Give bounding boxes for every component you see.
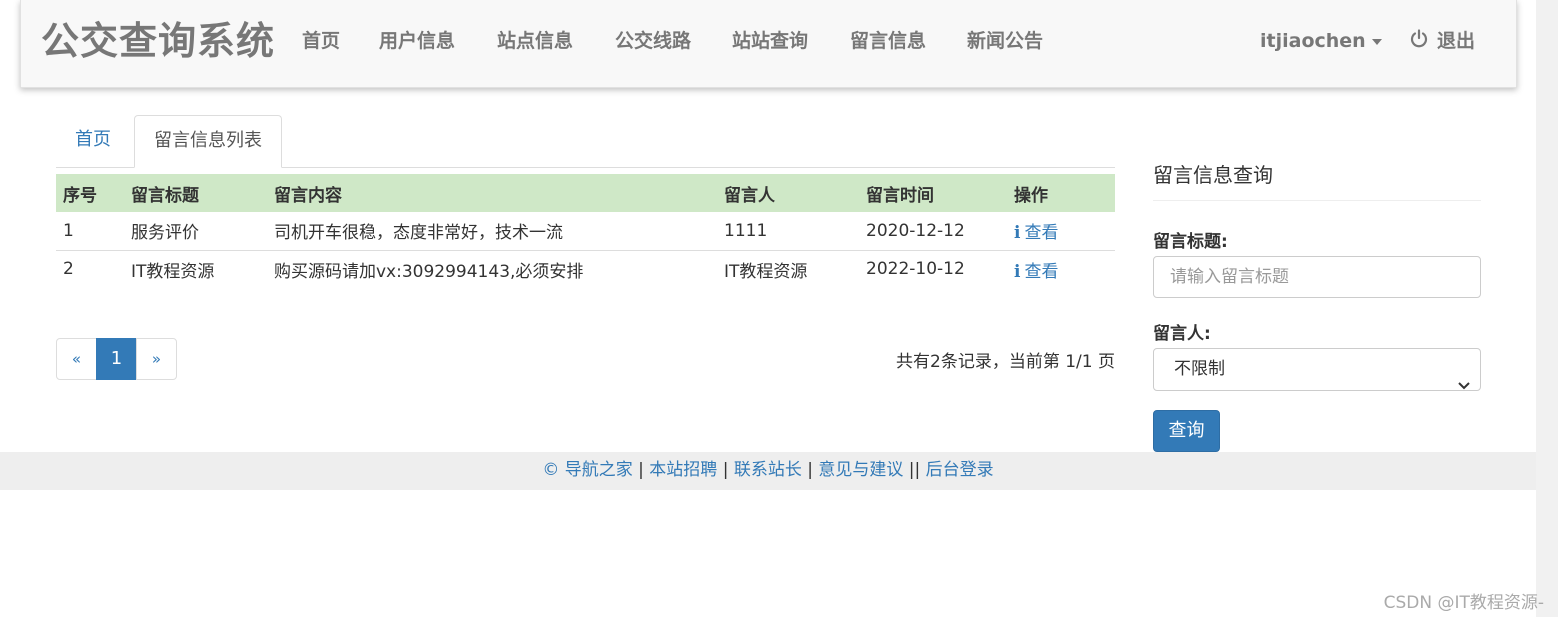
search-panel-title: 留言信息查询 [1153,162,1481,201]
csdn-watermark: CSDN @IT教程资源- [1383,593,1544,613]
cell-content: 购买源码请加vx:3092994143,必须安排 [274,261,584,282]
table-row: 1 服务评价 司机开车很稳，态度非常好，技术一流 1111 2020-12-12… [56,212,1115,250]
view-link[interactable]: i 查看 [1014,223,1058,243]
footer-separator: | [807,460,813,480]
author-field-label: 留言人: [1153,324,1211,344]
footer-link-feedback[interactable]: 意见与建议 [818,460,903,480]
view-link-label: 查看 [1024,223,1059,244]
cell-action: i 查看 [1007,212,1115,250]
cell-title: IT教程资源 [131,261,215,282]
tab-bar: 首页 留言信息列表 [56,115,1115,168]
footer-link-contact[interactable]: 联系站长 [734,460,802,480]
cell-action: i 查看 [1007,250,1115,288]
info-icon: i [1014,223,1021,244]
view-link-label: 查看 [1024,261,1059,282]
nav-item-bus-lines[interactable]: 公交线路 [615,28,691,54]
cell-author: IT教程资源 [724,261,808,282]
footer: © 导航之家 | 本站招聘 | 联系站长 | 意见与建议 || 后台登录 [0,452,1536,490]
view-link[interactable]: i 查看 [1014,262,1058,282]
cell-title: 服务评价 [131,223,199,244]
col-header-author: 留言人 [724,185,775,206]
info-icon: i [1014,261,1021,282]
cell-author: 1111 [724,220,768,241]
power-icon [1409,29,1429,56]
chevron-down-icon [1458,365,1470,406]
search-button[interactable]: 查询 [1153,410,1220,452]
tab-message-list[interactable]: 留言信息列表 [134,115,282,168]
footer-separator: | [722,460,729,480]
username: itjiaochen [1260,30,1366,52]
logout-button[interactable]: 退出 [1409,28,1475,56]
tab-home[interactable]: 首页 [56,115,130,168]
author-select-value: 不限制 [1174,359,1225,379]
cell-time: 2022-10-12 [866,259,965,280]
top-navbar: 公交查询系统 首页 用户信息 站点信息 公交线路 站站查询 留言信息 新闻公告 … [20,0,1517,88]
nav-item-messages[interactable]: 留言信息 [850,28,926,54]
col-header-title: 留言标题 [131,185,199,206]
cell-content: 司机开车很稳，态度非常好，技术一流 [274,223,563,244]
page-1-button[interactable]: 1 [96,338,137,380]
brand-title[interactable]: 公交查询系统 [41,18,275,64]
page-info-text: 共有2条记录，当前第 1/1 页 [896,352,1115,372]
prev-page-button[interactable]: « [56,338,97,380]
cell-no: 1 [63,220,74,241]
col-header-action: 操作 [1014,185,1048,206]
page-scrollbar[interactable] [1536,0,1558,617]
footer-separator: | [638,460,644,480]
message-table: 序号 留言标题 留言内容 留言人 留言时间 操作 1 服务评价 司机开车很稳，态… [56,174,1115,288]
footer-separator: | [914,460,921,480]
table-row: 2 IT教程资源 购买源码请加vx:3092994143,必须安排 IT教程资源… [56,250,1115,288]
col-header-time: 留言时间 [866,185,934,206]
user-dropdown[interactable]: itjiaochen [1260,28,1382,54]
next-page-button[interactable]: » [136,338,177,380]
nav-item-station-info[interactable]: 站点信息 [497,28,573,54]
cell-time: 2020-12-12 [866,220,965,241]
logout-label: 退出 [1437,30,1476,52]
footer-link-jobs[interactable]: 本站招聘 [649,460,717,480]
table-header-row: 序号 留言标题 留言内容 留言人 留言时间 操作 [56,174,1115,212]
caret-down-icon [1371,38,1382,45]
pagination: « 1 » [56,338,177,380]
cell-no: 2 [63,259,74,280]
footer-link-admin-login[interactable]: 后台登录 [926,460,994,480]
col-header-no: 序号 [63,185,97,206]
title-field-label: 留言标题: [1153,232,1228,252]
nav-item-user-info[interactable]: 用户信息 [379,28,455,54]
col-header-content: 留言内容 [274,185,342,206]
title-search-input[interactable] [1153,256,1481,298]
footer-link-home[interactable]: © 导航之家 [542,460,632,480]
author-select[interactable]: 不限制 [1153,348,1481,391]
nav-item-news[interactable]: 新闻公告 [967,28,1043,54]
nav-item-station-query[interactable]: 站站查询 [732,28,808,54]
nav-item-home[interactable]: 首页 [302,28,340,54]
